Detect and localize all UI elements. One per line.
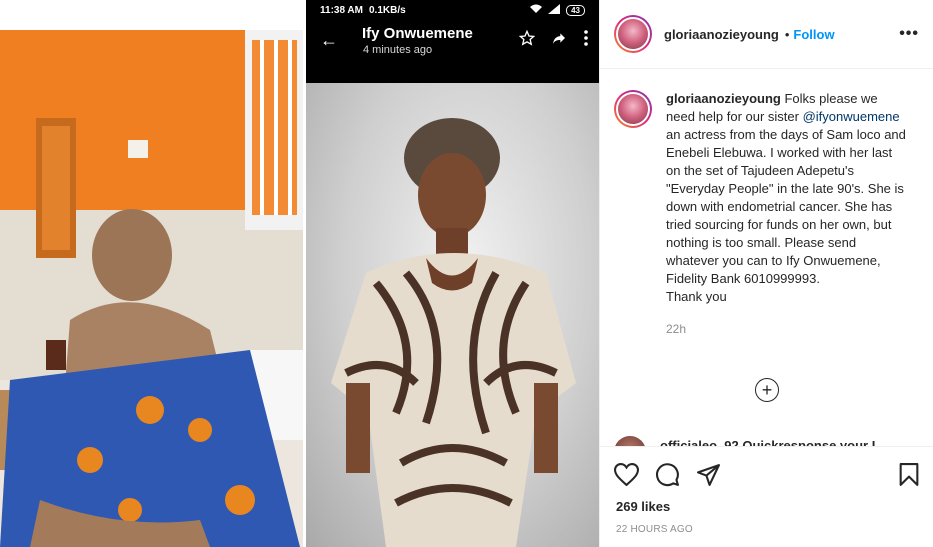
comment-item: officialeo_92 Quickresponse your I... — [614, 436, 886, 446]
post-actions: 269 likes 22 HOURS AGO — [600, 446, 933, 547]
separator-dot: • — [784, 26, 790, 42]
comment-text: officialeo_92 Quickresponse your I... — [660, 438, 887, 446]
battery-icon: 43 — [566, 4, 585, 16]
author-avatar[interactable] — [614, 15, 652, 53]
comments-area[interactable]: gloriaanozieyoung Folks please we need h… — [600, 70, 933, 446]
caption-timestamp[interactable]: 22h — [666, 320, 906, 338]
photo-patient-illustration — [0, 30, 303, 547]
phone-app-bar: ← Ify Onwuemene 4 minutes ago — [306, 20, 599, 70]
post-media[interactable]: 11:38 AM 0.1KB/s 43 ← Ify Onwuemene 4 mi… — [0, 0, 599, 547]
caption-avatar[interactable] — [614, 90, 652, 128]
share-arrow-icon — [551, 30, 567, 51]
caption: gloriaanozieyoung Folks please we need h… — [600, 70, 933, 338]
photo-portrait-illustration — [331, 118, 576, 547]
caption-username[interactable]: gloriaanozieyoung — [666, 91, 781, 106]
follow-button[interactable]: Follow — [793, 27, 834, 42]
action-icons — [600, 447, 933, 491]
author-username[interactable]: gloriaanozieyoung — [664, 27, 779, 42]
phone-contact-name: Ify Onwuemene — [362, 25, 473, 42]
comment-bubble-icon[interactable] — [655, 462, 680, 487]
phone-clock: 11:38 AM — [320, 4, 363, 16]
post-timestamp[interactable]: 22 HOURS AGO — [600, 514, 933, 535]
photo-patient — [0, 30, 303, 547]
phone-network-speed: 0.1KB/s — [368, 4, 406, 16]
signal-icon — [548, 3, 561, 17]
caption-body: gloriaanozieyoung Folks please we need h… — [666, 90, 906, 338]
share-paper-plane-icon[interactable] — [696, 463, 721, 486]
phone-status-bar: 11:38 AM 0.1KB/s 43 — [306, 0, 599, 20]
like-heart-icon[interactable] — [614, 462, 639, 486]
caption-text: gloriaanozieyoung Folks please we need h… — [666, 90, 906, 288]
caption-mention[interactable]: @ifyonwuemene — [803, 109, 900, 124]
post-header: gloriaanozieyoung • Follow ••• — [600, 0, 933, 69]
more-options-icon[interactable]: ••• — [899, 25, 919, 43]
load-more-wrap: + — [600, 378, 933, 402]
phone-contact-time: 4 minutes ago — [363, 44, 433, 56]
photo-portrait — [306, 83, 599, 547]
caption-text-part2: an actress from the days of Sam loco and… — [666, 127, 906, 286]
wifi-icon — [530, 4, 543, 17]
overflow-menu-icon — [583, 30, 589, 51]
save-bookmark-icon[interactable] — [898, 462, 920, 487]
caption-sign-off: Thank you — [666, 289, 727, 304]
load-more-comments-icon[interactable]: + — [755, 378, 779, 402]
phone-screenshot: 11:38 AM 0.1KB/s 43 ← Ify Onwuemene 4 mi… — [306, 0, 599, 547]
back-arrow-icon: ← — [320, 30, 338, 50]
likes-count[interactable]: 269 likes — [600, 491, 933, 514]
star-icon — [518, 29, 536, 51]
commenter-avatar[interactable] — [614, 436, 646, 446]
post-panel: gloriaanozieyoung • Follow ••• gloriaano… — [599, 0, 933, 547]
